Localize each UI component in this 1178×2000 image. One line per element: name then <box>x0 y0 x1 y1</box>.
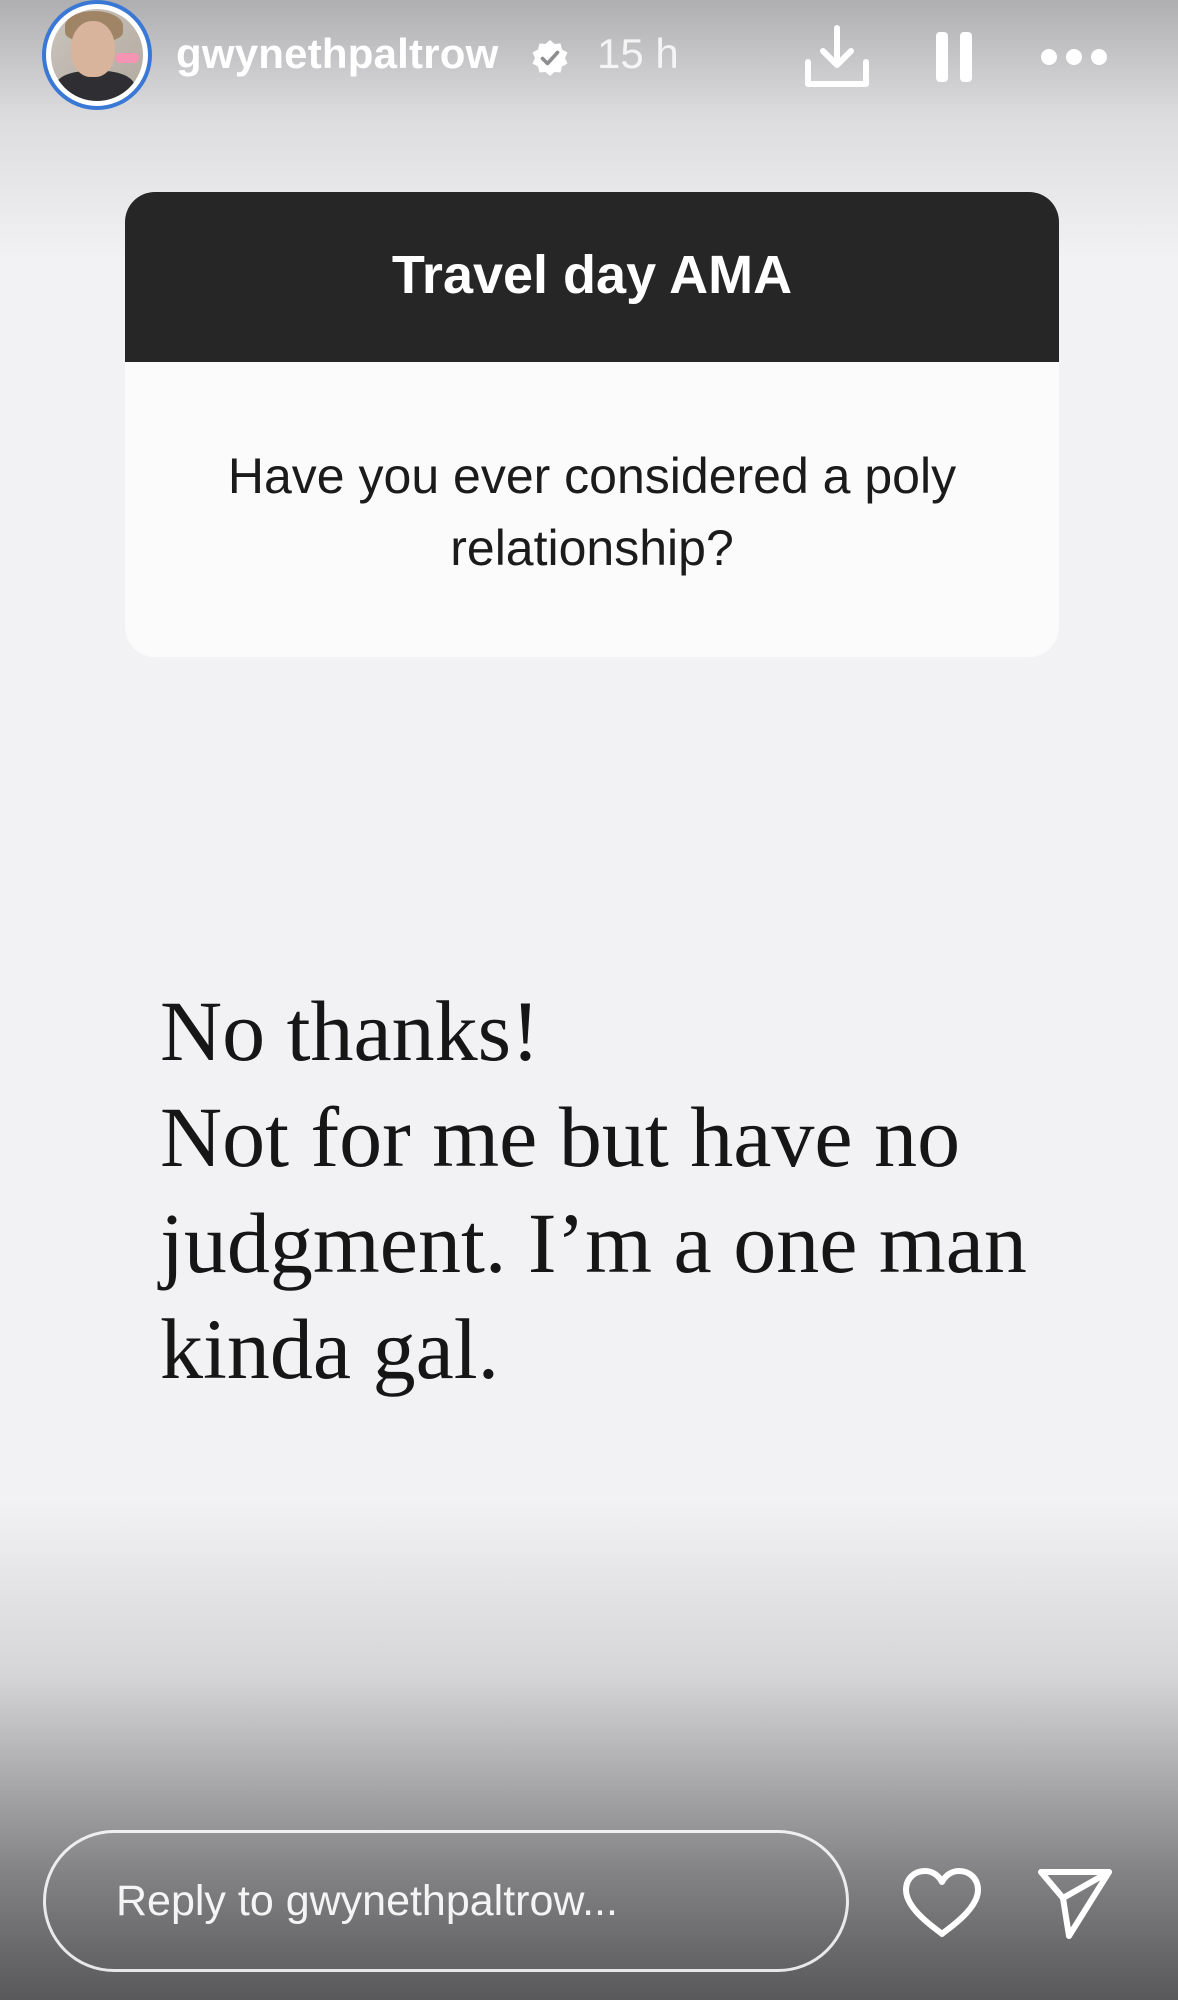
pause-icon[interactable] <box>934 30 974 84</box>
question-sticker-title: Travel day AMA <box>391 245 793 305</box>
question-sticker-header: Travel day AMA <box>125 192 1059 362</box>
send-icon[interactable] <box>1035 1862 1115 1942</box>
avatar[interactable] <box>42 0 152 110</box>
story-viewer[interactable]: gwynethpaltrow 15 h Travel day AMA Have … <box>0 0 1178 2000</box>
reply-input[interactable] <box>43 1830 849 1972</box>
download-icon[interactable] <box>800 22 874 92</box>
avatar-photo <box>51 9 143 101</box>
username[interactable]: gwynethpaltrow <box>176 30 498 78</box>
post-timestamp: 15 h <box>597 30 679 77</box>
answer-text: No thanks! Not for me but have no judgme… <box>160 983 1027 1397</box>
heart-icon[interactable] <box>900 1866 984 1940</box>
more-icon[interactable] <box>1038 44 1110 70</box>
question-text: Have you ever considered a poly relation… <box>227 448 957 576</box>
story-header: gwynethpaltrow 15 h <box>0 0 1178 115</box>
question-sticker: Travel day AMA Have you ever considered … <box>125 192 1059 657</box>
verified-badge-icon <box>532 40 568 76</box>
